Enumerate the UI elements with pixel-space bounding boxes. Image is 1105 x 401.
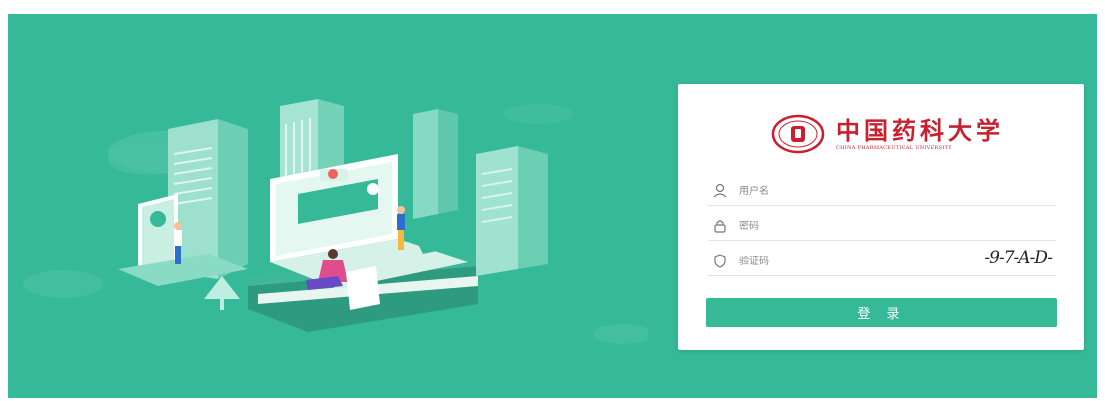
- shield-icon: [714, 254, 726, 268]
- hero-illustration: [23, 99, 648, 344]
- university-name: 中国药科大学: [836, 115, 1004, 145]
- university-logo: 中国药科大学 CHINA PHARMACEUTICAL UNIVERSITY: [770, 114, 1004, 154]
- login-page-background: 中国药科大学 CHINA PHARMACEUTICAL UNIVERSITY 用…: [8, 14, 1097, 398]
- captcha-image[interactable]: -9-7-A-D-: [984, 248, 1053, 268]
- username-field: [708, 177, 1056, 206]
- password-input[interactable]: [739, 220, 1056, 232]
- lock-icon: [714, 220, 726, 233]
- captcha-input[interactable]: [739, 255, 985, 267]
- user-icon: [713, 183, 727, 198]
- captcha-field: -9-7-A-D-: [708, 247, 1056, 276]
- username-input[interactable]: [739, 185, 1056, 197]
- login-card: 中国药科大学 CHINA PHARMACEUTICAL UNIVERSITY 用…: [678, 84, 1084, 350]
- login-button[interactable]: 登 录: [706, 298, 1057, 327]
- password-field: [708, 212, 1056, 241]
- university-name-english: CHINA PHARMACEUTICAL UNIVERSITY: [836, 144, 952, 151]
- university-emblem-icon: [771, 114, 825, 154]
